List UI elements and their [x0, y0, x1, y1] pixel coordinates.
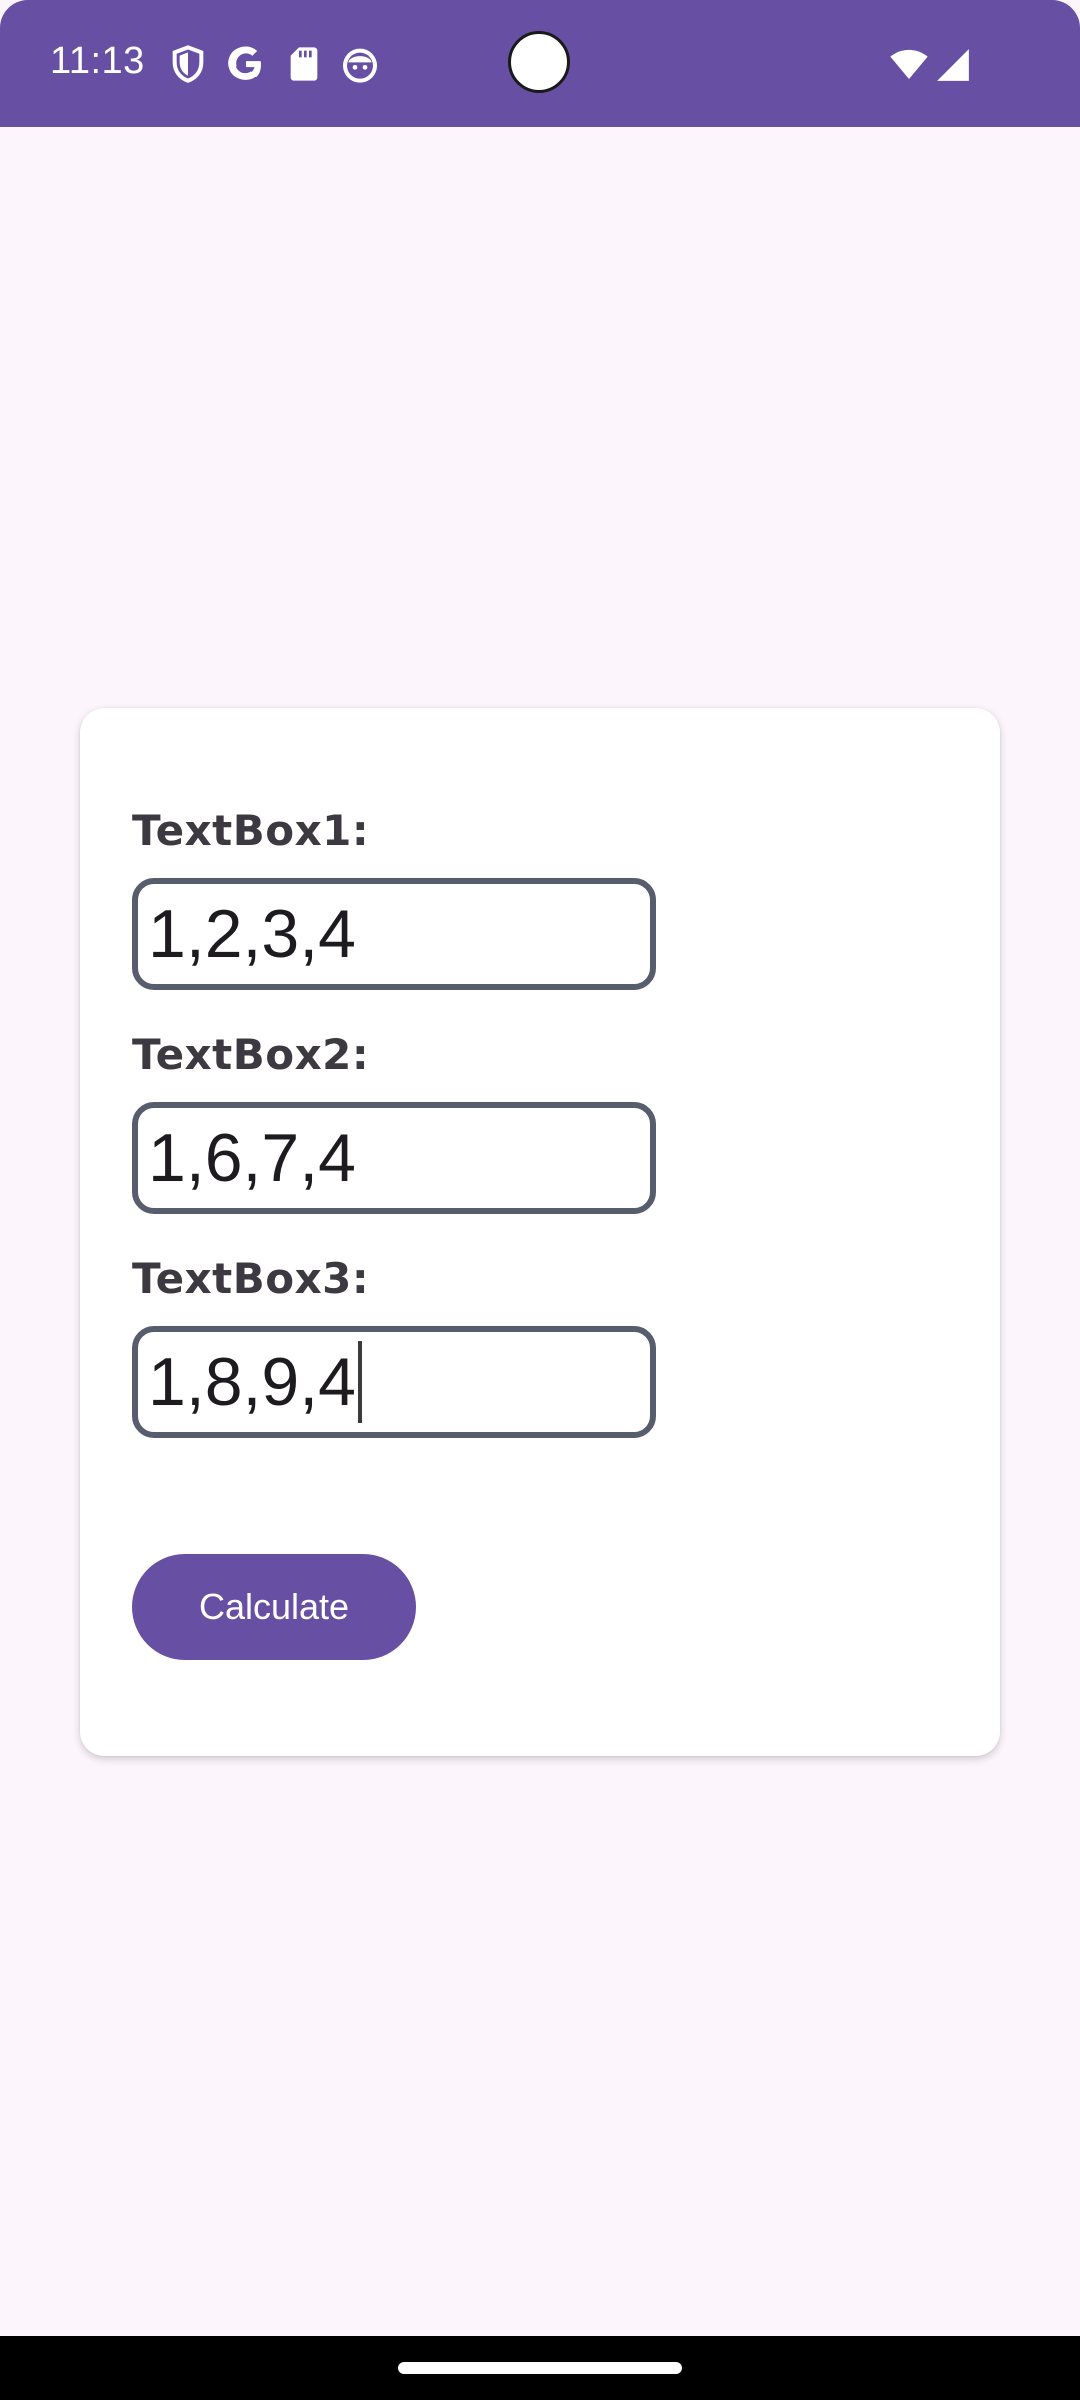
textbox3-input[interactable]: 1,8,9,4: [132, 1326, 656, 1438]
google-icon: [226, 44, 266, 84]
textbox1-input[interactable]: 1,2,3,4: [132, 878, 656, 990]
textbox1-label: TextBox1:: [132, 806, 370, 855]
wifi-icon: [888, 44, 930, 84]
text-cursor: [357, 1341, 362, 1423]
camera-cutout: [508, 31, 570, 93]
calculate-button-label: Calculate: [198, 1586, 350, 1627]
textbox2-value: 1,6,7,4: [148, 1120, 356, 1196]
textbox2-label: TextBox2:: [132, 1030, 370, 1079]
textbox3-label: TextBox3:: [132, 1254, 370, 1303]
cell-signal-icon: [934, 46, 972, 84]
shield-icon: [168, 44, 208, 84]
textbox3-value: 1,8,9,4: [148, 1344, 356, 1420]
status-bar: 11:13: [0, 0, 1080, 127]
status-time: 11:13: [50, 40, 145, 82]
calculate-button[interactable]: Calculate: [132, 1554, 416, 1660]
textbox1-value: 1,2,3,4: [148, 896, 356, 972]
form-card: TextBox1: 1,2,3,4 TextBox2: 1,6,7,4 Text…: [80, 708, 1000, 1756]
navigation-bar: [0, 2336, 1080, 2400]
sd-card-icon: [284, 44, 324, 84]
home-handle[interactable]: [398, 2362, 682, 2374]
textbox2-input[interactable]: 1,6,7,4: [132, 1102, 656, 1214]
android-face-icon: [340, 44, 380, 84]
